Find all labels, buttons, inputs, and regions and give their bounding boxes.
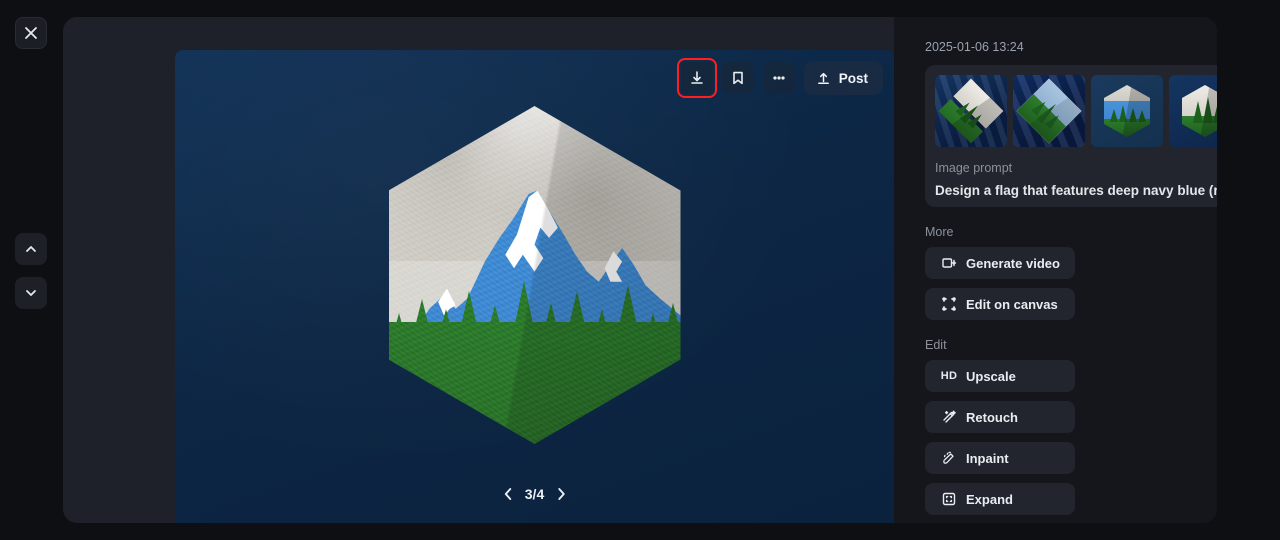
upscale-label: Upscale [966,368,1016,384]
thumbnail-item-4[interactable] [1169,75,1217,147]
thumbnail-item-1[interactable] [935,75,1007,147]
chevron-down-icon [26,290,36,296]
section-buttons-more: Generate video Edit on canvas [894,247,1215,320]
retouch-label: Retouch [966,409,1018,425]
expand-icon [941,491,957,507]
upscale-button[interactable]: HD Upscale [925,360,1075,392]
retouch-button[interactable]: Retouch [925,401,1075,433]
thumbnail-item-2[interactable] [1013,75,1085,147]
generated-image [388,106,681,444]
canvas-icon [941,296,957,312]
prompt-text: Design a flag that features deep navy bl… [935,183,1217,198]
hex-emblem [388,106,681,444]
pager-next-button[interactable] [554,486,568,502]
chevron-up-icon [26,246,36,252]
prompt-card: Image prompt Design a flag that features… [925,65,1217,207]
more-options-button[interactable] [762,62,795,94]
bookmark-button[interactable] [721,62,754,94]
chevron-left-icon [504,488,511,500]
image-pager: 3/4 [501,486,568,502]
details-panel: 2025-01-06 13:24 Image prompt Design a f… [894,17,1217,523]
inpaint-button[interactable]: Inpaint [925,442,1075,474]
download-icon [690,71,703,84]
chevron-right-icon [558,488,565,500]
detail-card: Post 3/4 2025-01-06 13:24 Image prompt D… [63,17,1217,523]
edit-on-canvas-label: Edit on canvas [966,296,1058,312]
close-icon [25,27,37,39]
previous-item-button[interactable] [15,233,47,265]
post-button[interactable]: Post [803,61,883,95]
expand-label: Expand [966,491,1013,507]
image-toolbar: Post [676,58,883,98]
video-icon [941,255,957,271]
ellipsis-icon [773,76,785,80]
section-title-edit: Edit [925,338,947,352]
emblem-treeline [389,255,681,343]
expand-button[interactable]: Expand [925,483,1075,515]
post-button-label: Post [838,70,868,86]
image-viewer[interactable]: Post 3/4 [175,50,894,523]
generate-video-label: Generate video [966,255,1060,271]
inpaint-label: Inpaint [966,450,1009,466]
close-button[interactable] [15,17,47,49]
generate-video-button[interactable]: Generate video [925,247,1075,279]
generation-timestamp: 2025-01-06 13:24 [925,40,1024,54]
section-buttons-edit: HD Upscale Retouch Inpaint Expand [894,360,1215,523]
bookmark-icon [732,71,743,85]
brush-icon [941,450,957,466]
left-rail [0,0,62,540]
edit-on-canvas-button[interactable]: Edit on canvas [925,288,1075,320]
download-button[interactable] [676,58,717,98]
thumbnail-strip [935,75,1217,147]
next-item-button[interactable] [15,277,47,309]
prompt-label: Image prompt [935,161,1013,175]
wand-icon [941,409,957,425]
upload-icon [817,72,829,84]
thumbnail-item-3[interactable] [1091,75,1163,147]
hd-icon: HD [940,370,958,382]
section-title-more: More [925,225,954,239]
pager-counter: 3/4 [524,486,545,502]
pager-prev-button[interactable] [501,486,515,502]
